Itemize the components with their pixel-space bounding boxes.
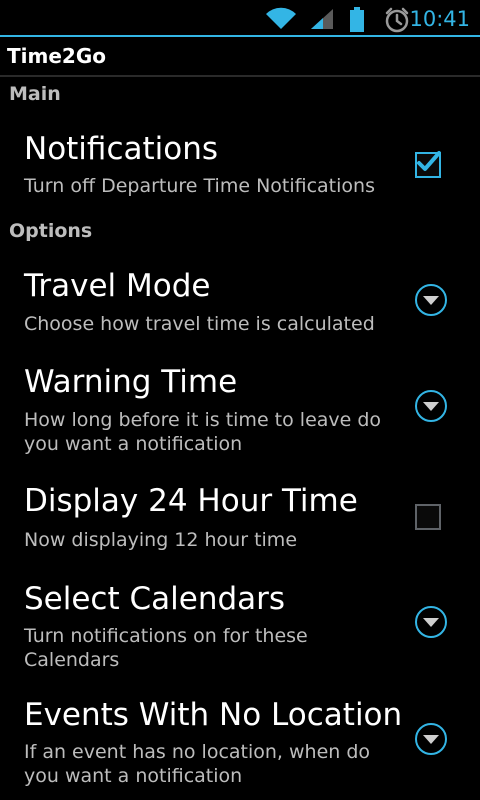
pref-warning-time-summary: How long before it is time to leave do y… (24, 409, 382, 455)
pref-travel-mode[interactable]: Travel Mode Choose how travel time is ca… (0, 253, 480, 345)
status-bar: 10:41 (0, 0, 480, 38)
pref-events-no-location[interactable]: Events With No Location If an event has … (0, 684, 480, 800)
pref-events-no-location-summary: If an event has no location, when do you… (24, 741, 371, 787)
title-bar: Time2Go (0, 37, 480, 75)
pref-display-24-hour[interactable]: Display 24 Hour Time Now displaying 12 h… (0, 468, 480, 566)
chevron-down-icon[interactable] (414, 722, 448, 756)
pref-display-24-hour-summary: Now displaying 12 hour time (24, 529, 298, 551)
chevron-down-icon[interactable] (414, 605, 448, 639)
pref-select-calendars[interactable]: Select Calendars Turn notifications on f… (0, 566, 480, 682)
chevron-down-icon[interactable] (414, 283, 448, 317)
notifications-checkbox[interactable] (415, 151, 441, 178)
display-24-hour-checkbox[interactable] (415, 504, 441, 530)
pref-notifications[interactable]: Notifications Turn off Departure Time No… (0, 116, 480, 208)
battery-icon (349, 7, 365, 37)
pref-notifications-summary: Turn off Departure Time Notifications (24, 175, 375, 197)
pref-travel-mode-title: Travel Mode (24, 268, 211, 304)
pref-warning-time[interactable]: Warning Time How long before it is time … (0, 348, 480, 466)
wifi-icon (264, 7, 298, 35)
pref-select-calendars-summary: Turn notifications on for these Calendar… (24, 625, 308, 671)
signal-icon (309, 7, 335, 35)
alarm-icon (384, 7, 410, 37)
chevron-down-icon[interactable] (414, 389, 448, 423)
pref-warning-time-title: Warning Time (24, 364, 238, 400)
pref-display-24-hour-title: Display 24 Hour Time (24, 483, 358, 519)
pref-select-calendars-title: Select Calendars (24, 581, 286, 617)
pref-travel-mode-summary: Choose how travel time is calculated (24, 313, 375, 335)
section-header-options: Options (9, 220, 93, 242)
app-title: Time2Go (7, 44, 106, 68)
checkmark-icon (417, 151, 441, 171)
pref-events-no-location-title: Events With No Location (24, 697, 403, 733)
status-time: 10:41 (409, 7, 470, 31)
pref-notifications-title: Notifications (24, 131, 219, 167)
title-divider (0, 75, 480, 77)
section-header-main: Main (9, 83, 61, 105)
